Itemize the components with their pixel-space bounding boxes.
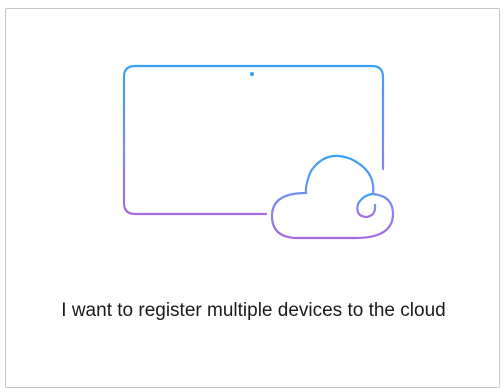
- camera-dot-icon: [250, 72, 254, 76]
- register-multiple-devices-card[interactable]: I want to register multiple devices to t…: [5, 8, 500, 388]
- card-label: I want to register multiple devices to t…: [61, 300, 446, 321]
- tablet-cloud-icon: [122, 64, 395, 240]
- cloud-icon: [270, 154, 395, 240]
